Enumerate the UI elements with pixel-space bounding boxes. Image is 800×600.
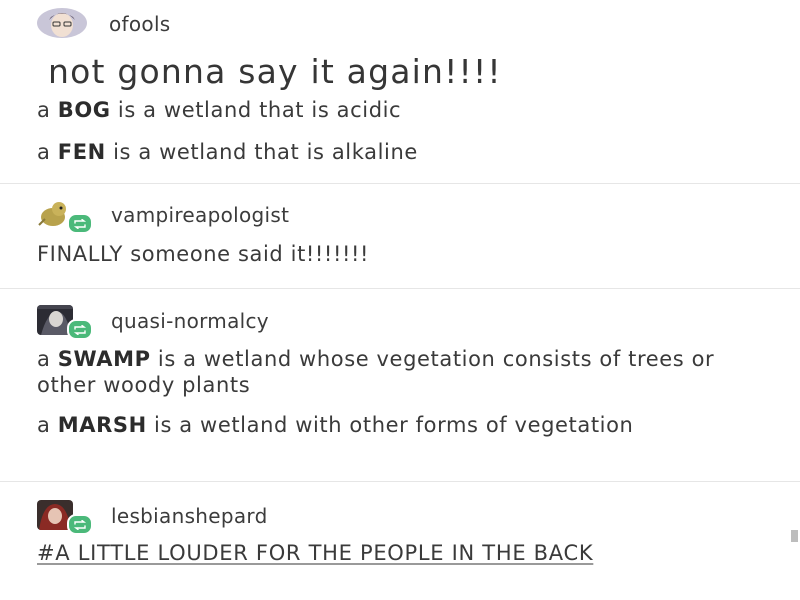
text-fragment: a bbox=[37, 413, 58, 437]
reblog-icon bbox=[67, 514, 93, 535]
post-headline: not gonna say it again!!!! bbox=[48, 52, 502, 91]
post-header: ofools bbox=[37, 8, 171, 40]
username[interactable]: lesbianshepard bbox=[111, 504, 268, 528]
post-header: vampireapologist bbox=[37, 199, 289, 234]
avatar[interactable] bbox=[37, 8, 87, 38]
avatar-wrap[interactable] bbox=[37, 8, 89, 40]
reblog-icon bbox=[67, 319, 93, 340]
post-line: a MARSH is a wetland with other forms of… bbox=[37, 412, 737, 438]
bold-term: SWAMP bbox=[57, 347, 151, 371]
post-line: a SWAMP is a wetland whose vegetation co… bbox=[37, 346, 737, 398]
text-fragment: is a wetland with other forms of vegetat… bbox=[146, 413, 634, 437]
text-fragment: a bbox=[37, 140, 58, 164]
text-fragment: is a wetland that is acidic bbox=[110, 98, 402, 122]
post-vampireapologist: vampireapologist FINALLY someone said it… bbox=[0, 184, 800, 289]
avatar-wrap[interactable] bbox=[37, 305, 93, 340]
username[interactable]: ofools bbox=[109, 12, 171, 36]
post-quasi-normalcy: quasi-normalcy a SWAMP is a wetland whos… bbox=[0, 289, 800, 482]
post-ofools: ofools not gonna say it again!!!! a BOG … bbox=[0, 0, 800, 184]
bold-term: MARSH bbox=[57, 413, 147, 437]
avatar-wrap[interactable] bbox=[37, 500, 93, 535]
post-tag-link[interactable]: #A LITTLE LOUDER FOR THE PEOPLE IN THE B… bbox=[37, 540, 767, 566]
bold-term: FEN bbox=[57, 140, 106, 164]
scrollbar-thumb[interactable] bbox=[791, 530, 798, 542]
username[interactable]: vampireapologist bbox=[111, 203, 289, 227]
text-fragment: a bbox=[37, 347, 58, 371]
reblog-icon bbox=[67, 213, 93, 234]
post-line: FINALLY someone said it!!!!!!! bbox=[37, 242, 370, 266]
post-line: a BOG is a wetland that is acidic bbox=[37, 97, 401, 123]
post-lesbianshepard: lesbianshepard #A LITTLE LOUDER FOR THE … bbox=[0, 482, 800, 600]
avatar-wrap[interactable] bbox=[37, 199, 93, 234]
post-header: quasi-normalcy bbox=[37, 305, 269, 340]
post-header: lesbianshepard bbox=[37, 500, 268, 535]
text-fragment: a bbox=[37, 98, 58, 122]
bold-term: BOG bbox=[57, 98, 111, 122]
text-fragment: is a wetland that is alkaline bbox=[105, 140, 418, 164]
username[interactable]: quasi-normalcy bbox=[111, 309, 269, 333]
post-line: a FEN is a wetland that is alkaline bbox=[37, 139, 418, 165]
